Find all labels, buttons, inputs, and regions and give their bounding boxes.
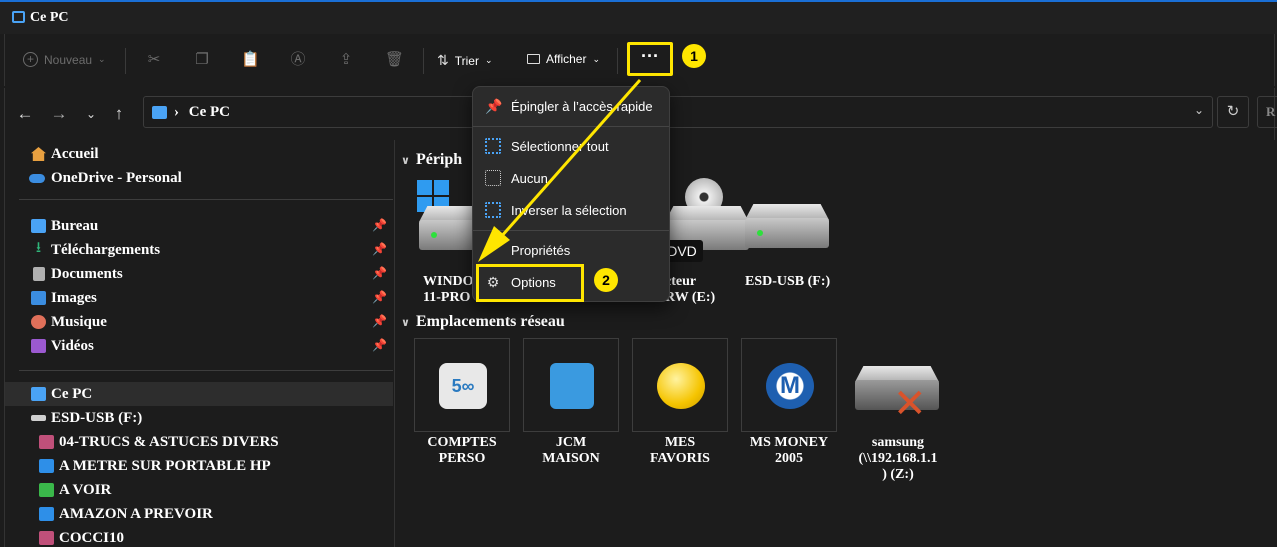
arrow-shaft [498, 79, 642, 239]
annotation-arrow [478, 79, 642, 262]
